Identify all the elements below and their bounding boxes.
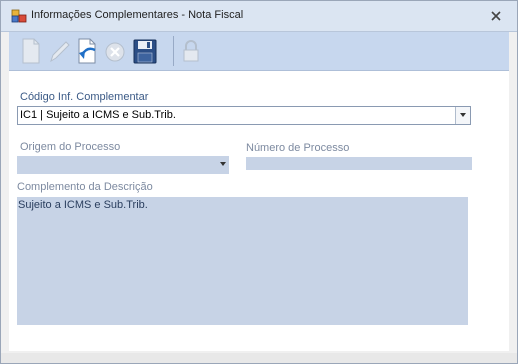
lock-icon[interactable]	[177, 36, 205, 66]
origem-label: Origem do Processo	[20, 141, 121, 153]
title-bar[interactable]: Informações Complementares - Nota Fiscal	[1, 1, 517, 32]
window-title: Informações Complementares - Nota Fiscal	[31, 9, 244, 21]
chevron-down-icon[interactable]	[220, 162, 226, 166]
dialog-window: Informações Complementares - Nota Fiscal	[0, 0, 518, 364]
edit-icon[interactable]	[45, 36, 73, 66]
complemento-textarea[interactable]: Sujeito a ICMS e Sub.Trib.	[17, 197, 468, 325]
origem-combobox[interactable]	[17, 156, 229, 174]
chevron-down-icon[interactable]	[455, 107, 470, 124]
complemento-value: Sujeito a ICMS e Sub.Trib.	[18, 199, 148, 211]
toolbar	[9, 32, 509, 71]
form-panel: Código Inf. Complementar IC1 | Sujeito a…	[9, 71, 509, 351]
app-windows-icon	[11, 9, 27, 23]
delete-icon[interactable]	[101, 36, 129, 66]
toolbar-separator	[173, 36, 174, 66]
status-strip	[1, 353, 517, 363]
complemento-label: Complemento da Descrição	[17, 181, 153, 193]
save-icon[interactable]	[131, 36, 159, 66]
numero-input[interactable]	[246, 157, 472, 170]
close-icon[interactable]	[489, 9, 503, 23]
numero-label: Número de Processo	[246, 142, 350, 154]
codigo-value: IC1 | Sujeito a ICMS e Sub.Trib.	[20, 109, 176, 121]
undo-icon[interactable]	[73, 36, 101, 66]
codigo-combobox[interactable]: IC1 | Sujeito a ICMS e Sub.Trib.	[17, 106, 471, 125]
new-icon[interactable]	[17, 36, 45, 66]
codigo-label: Código Inf. Complementar	[20, 91, 149, 103]
